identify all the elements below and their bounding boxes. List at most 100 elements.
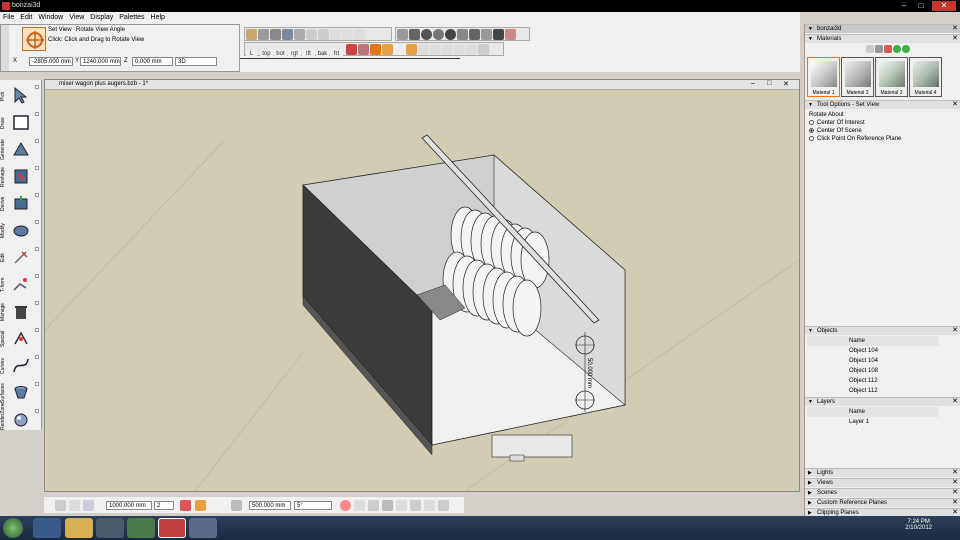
minimize-button[interactable]: – xyxy=(897,1,911,11)
objects-close-icon[interactable]: ✕ xyxy=(952,327,958,335)
object-row[interactable]: Object 112 xyxy=(807,386,939,396)
materials-close-icon[interactable]: ✕ xyxy=(952,35,958,43)
tool-modify[interactable]: Modify xyxy=(0,217,42,244)
doc-minimize-button[interactable]: – xyxy=(751,80,755,87)
print-icon[interactable] xyxy=(294,29,305,40)
snap-distance-field[interactable]: 500.000 mm xyxy=(249,501,291,510)
tangent-snap-icon[interactable] xyxy=(396,500,407,511)
walk-icon[interactable] xyxy=(345,44,357,55)
maximize-button[interactable]: □ xyxy=(914,1,928,11)
tool-tform[interactable]: T-form xyxy=(0,271,42,298)
radio-click-point[interactable]: Click Point On Reference Plane xyxy=(809,136,901,142)
save-icon[interactable] xyxy=(282,29,293,40)
center-snap-icon[interactable] xyxy=(382,500,393,511)
pencil-icon[interactable] xyxy=(246,29,257,40)
eye-icon[interactable] xyxy=(393,44,405,55)
ie-icon[interactable] xyxy=(33,518,61,538)
chrome-icon[interactable] xyxy=(127,518,155,538)
mixer-wagon-model[interactable]: 50.000 mm xyxy=(302,134,626,462)
tool-derive[interactable]: Derive xyxy=(0,190,42,217)
mode-select[interactable]: 3D xyxy=(175,57,217,66)
tool-draw[interactable]: Draw xyxy=(0,109,42,136)
pan-hand-icon[interactable] xyxy=(405,44,417,55)
snap-line-icon[interactable] xyxy=(69,500,80,511)
object-row[interactable]: Object 104 xyxy=(807,356,939,366)
menu-edit[interactable]: Edit xyxy=(17,12,35,24)
close-button[interactable]: ✕ xyxy=(932,1,956,11)
zoom-extents-icon[interactable] xyxy=(453,44,465,55)
material-add-icon[interactable] xyxy=(893,45,901,53)
snap-plane-icon[interactable] xyxy=(83,500,94,511)
lasso-icon[interactable] xyxy=(258,29,269,40)
object-row[interactable]: Object 112 xyxy=(807,376,939,386)
rotate-view-button-icon[interactable] xyxy=(369,44,381,55)
tool-reshape[interactable]: Reshape xyxy=(0,163,42,190)
tool-curves[interactable]: Curves xyxy=(0,352,42,379)
bonzai3d-taskbar-icon[interactable] xyxy=(158,518,186,538)
edit-icon[interactable] xyxy=(493,29,504,40)
views-header[interactable]: ▶ Views ✕ xyxy=(805,478,960,487)
snap-grid-icon[interactable] xyxy=(55,500,66,511)
menu-view[interactable]: View xyxy=(66,12,87,24)
zoom-out-icon[interactable] xyxy=(441,44,453,55)
tool-options-header[interactable]: ▼ Tool Options - Set View ✕ xyxy=(805,100,960,109)
explorer-icon[interactable] xyxy=(65,518,93,538)
menu-palettes[interactable]: Palettes xyxy=(116,12,147,24)
grid-icon[interactable] xyxy=(481,29,492,40)
texture-icon[interactable] xyxy=(457,29,468,40)
lock-icon[interactable] xyxy=(180,500,191,511)
shade-icon[interactable] xyxy=(421,29,432,40)
x-coordinate-field[interactable]: -2805.000 mm xyxy=(29,57,73,66)
toolbar-grip[interactable] xyxy=(1,25,9,71)
3d-viewport[interactable]: 50.000 mm xyxy=(45,90,799,491)
material-swatch-3[interactable]: Material 3 xyxy=(875,57,908,97)
tool-edit[interactable]: Edit xyxy=(0,244,42,271)
menu-file[interactable]: File xyxy=(0,12,17,24)
material-edit-icon[interactable] xyxy=(902,45,910,53)
hidden-line-icon[interactable] xyxy=(409,29,420,40)
menu-display[interactable]: Display xyxy=(87,12,116,24)
eraser-icon[interactable] xyxy=(505,29,516,40)
tool-options-close-icon[interactable]: ✕ xyxy=(952,101,958,109)
doc-maximize-button[interactable]: □ xyxy=(767,80,771,87)
distance-field[interactable]: 1000.000 mm xyxy=(106,501,152,510)
start-button[interactable] xyxy=(3,518,23,538)
tool-surfaces[interactable]: Surfaces xyxy=(0,379,42,406)
tool-special[interactable]: Special xyxy=(0,325,42,352)
tool-generate[interactable]: Generate xyxy=(0,136,42,163)
tool-manage[interactable]: Manage xyxy=(0,298,42,325)
material-swatch-1[interactable]: Material 1 xyxy=(807,57,840,97)
y-coordinate-field[interactable]: 1240.000 mm xyxy=(80,57,121,66)
material-list-icon[interactable] xyxy=(866,45,874,53)
camera-icon[interactable] xyxy=(270,29,281,40)
material-delete-icon[interactable] xyxy=(884,45,892,53)
wireframe-icon[interactable] xyxy=(397,29,408,40)
cut-icon[interactable] xyxy=(330,29,341,40)
object-row[interactable]: Object 108 xyxy=(807,366,939,376)
objects-header[interactable]: ▼ Objects ✕ xyxy=(805,326,960,335)
system-clock[interactable]: 7:24 PM 2/10/2012 xyxy=(905,519,932,531)
angle-snap-icon[interactable] xyxy=(231,500,242,511)
menu-window[interactable]: Window xyxy=(35,12,66,24)
scenes-header[interactable]: ▶ Scenes ✕ xyxy=(805,488,960,497)
media-player-icon[interactable] xyxy=(96,518,124,538)
orbit-icon[interactable] xyxy=(381,44,393,55)
count-field[interactable]: 2 xyxy=(154,501,174,510)
point-snap-icon[interactable] xyxy=(354,500,365,511)
z-coordinate-field[interactable]: 0.000 mm xyxy=(132,57,173,66)
object-row[interactable]: Object 104 xyxy=(807,346,939,356)
shadow-icon[interactable] xyxy=(469,29,480,40)
tool-renderzone[interactable]: RenderZone xyxy=(0,402,42,433)
lights-header[interactable]: ▶ Lights ✕ xyxy=(805,468,960,477)
redo-icon[interactable] xyxy=(318,29,329,40)
doc-close-button[interactable]: ✕ xyxy=(783,80,789,88)
edge-snap-icon[interactable] xyxy=(368,500,379,511)
copy-icon[interactable] xyxy=(342,29,353,40)
radio-center-of-interest[interactable]: Center Of Interest xyxy=(809,120,865,126)
fly-icon[interactable] xyxy=(357,44,369,55)
direction-snap-icon[interactable] xyxy=(424,500,435,511)
render-icon[interactable] xyxy=(445,29,456,40)
snap-angle-field[interactable]: 5° xyxy=(294,501,332,510)
undo-icon[interactable] xyxy=(306,29,317,40)
zoom-in-icon[interactable] xyxy=(429,44,441,55)
